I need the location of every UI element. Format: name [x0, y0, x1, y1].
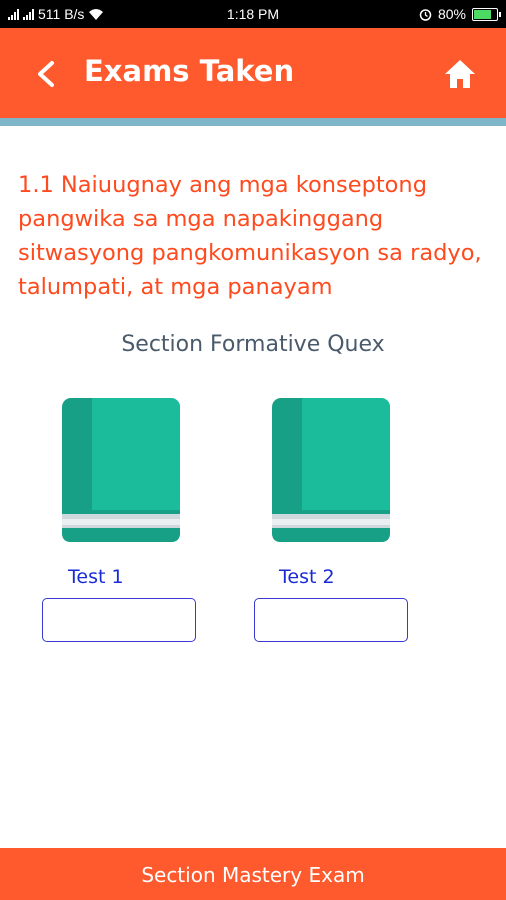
section-formative-label: Section Formative Quex: [121, 332, 385, 357]
test-2-book-icon[interactable]: [272, 398, 390, 542]
test-1-score-box: [42, 598, 196, 642]
test-2-score-box: [254, 598, 408, 642]
objective-text: 1.1 Naiuugnay ang mga konseptong pangwik…: [18, 172, 482, 300]
status-bar: 511 B/s 1:18 PM 80%: [0, 0, 506, 28]
test-2-label[interactable]: Test 2: [279, 566, 335, 588]
page-title: Exams Taken: [84, 54, 295, 88]
battery-percent: 80%: [437, 6, 466, 22]
alarm-icon: [419, 8, 432, 21]
battery-fill: [474, 9, 491, 19]
section-mastery-exam-button[interactable]: Section Mastery Exam: [0, 848, 506, 900]
home-icon: [445, 60, 475, 88]
test-1-book-icon[interactable]: [62, 398, 180, 542]
battery-icon: [472, 7, 501, 21]
back-button[interactable]: [32, 58, 60, 90]
home-button[interactable]: [442, 56, 478, 92]
chevron-left-icon: [38, 61, 54, 87]
app-bar-divider: [0, 118, 506, 126]
status-right: 80%: [419, 6, 501, 22]
test-1-label[interactable]: Test 1: [68, 566, 124, 588]
